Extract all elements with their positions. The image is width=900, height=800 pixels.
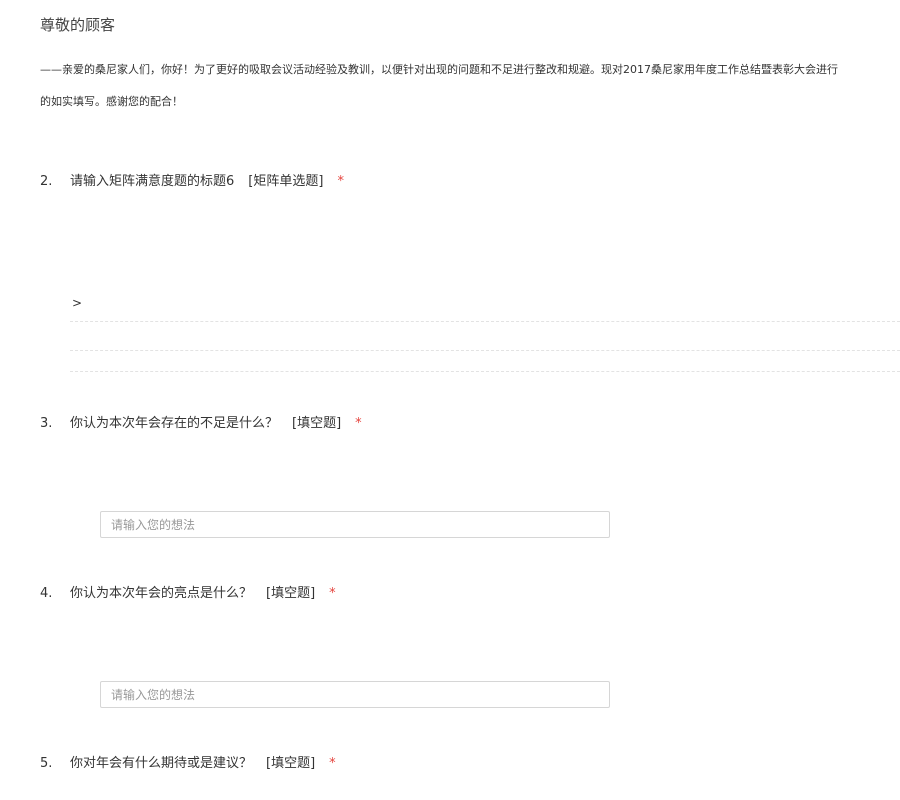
required-marker: * (337, 174, 344, 189)
question-number: 4. (40, 586, 53, 601)
required-marker: * (329, 586, 336, 601)
question-title: 请输入矩阵满意度题的标题6 (70, 174, 235, 189)
salutation-heading: 尊敬的顾客 (40, 16, 116, 34)
intro-text-line-1: ——亲爱的桑尼家人们，你好！为了更好的吸取会议活动经验及教训，以便针对出现的问题… (40, 63, 838, 76)
question-number: 3. (40, 416, 53, 431)
matrix-row-arrow[interactable]: > (72, 296, 82, 310)
question-2: 2. 请输入矩阵满意度题的标题6 [矩阵单选题] * (40, 170, 344, 189)
answer-input-question-4[interactable] (100, 681, 610, 708)
question-title: 你认为本次年会存在的不足是什么？ (70, 416, 279, 431)
question-3: 3. 你认为本次年会存在的不足是什么？ [填空题] * (40, 412, 362, 431)
matrix-row-divider (70, 321, 900, 322)
required-marker: * (355, 416, 362, 431)
question-title: 你对年会有什么期待或是建议？ (70, 756, 253, 771)
matrix-row-divider (70, 371, 900, 372)
required-marker: * (329, 756, 336, 771)
question-4: 4. 你认为本次年会的亮点是什么？ [填空题] * (40, 582, 336, 601)
question-title: 你认为本次年会的亮点是什么？ (70, 586, 253, 601)
question-type: [矩阵单选题] (248, 174, 324, 189)
answer-input-question-3[interactable] (100, 511, 610, 538)
intro-text-line-2: 的如实填写。感谢您的配合！ (40, 95, 183, 108)
question-type: [填空题] (266, 756, 316, 771)
question-number: 5. (40, 756, 53, 771)
survey-page: 尊敬的顾客 ——亲爱的桑尼家人们，你好！为了更好的吸取会议活动经验及教训，以便针… (0, 0, 900, 800)
question-5: 5. 你对年会有什么期待或是建议？ [填空题] * (40, 752, 336, 771)
matrix-question-area: > (70, 296, 900, 376)
question-number: 2. (40, 174, 53, 189)
question-type: [填空题] (292, 416, 342, 431)
matrix-row-divider (70, 350, 900, 351)
question-type: [填空题] (266, 586, 316, 601)
